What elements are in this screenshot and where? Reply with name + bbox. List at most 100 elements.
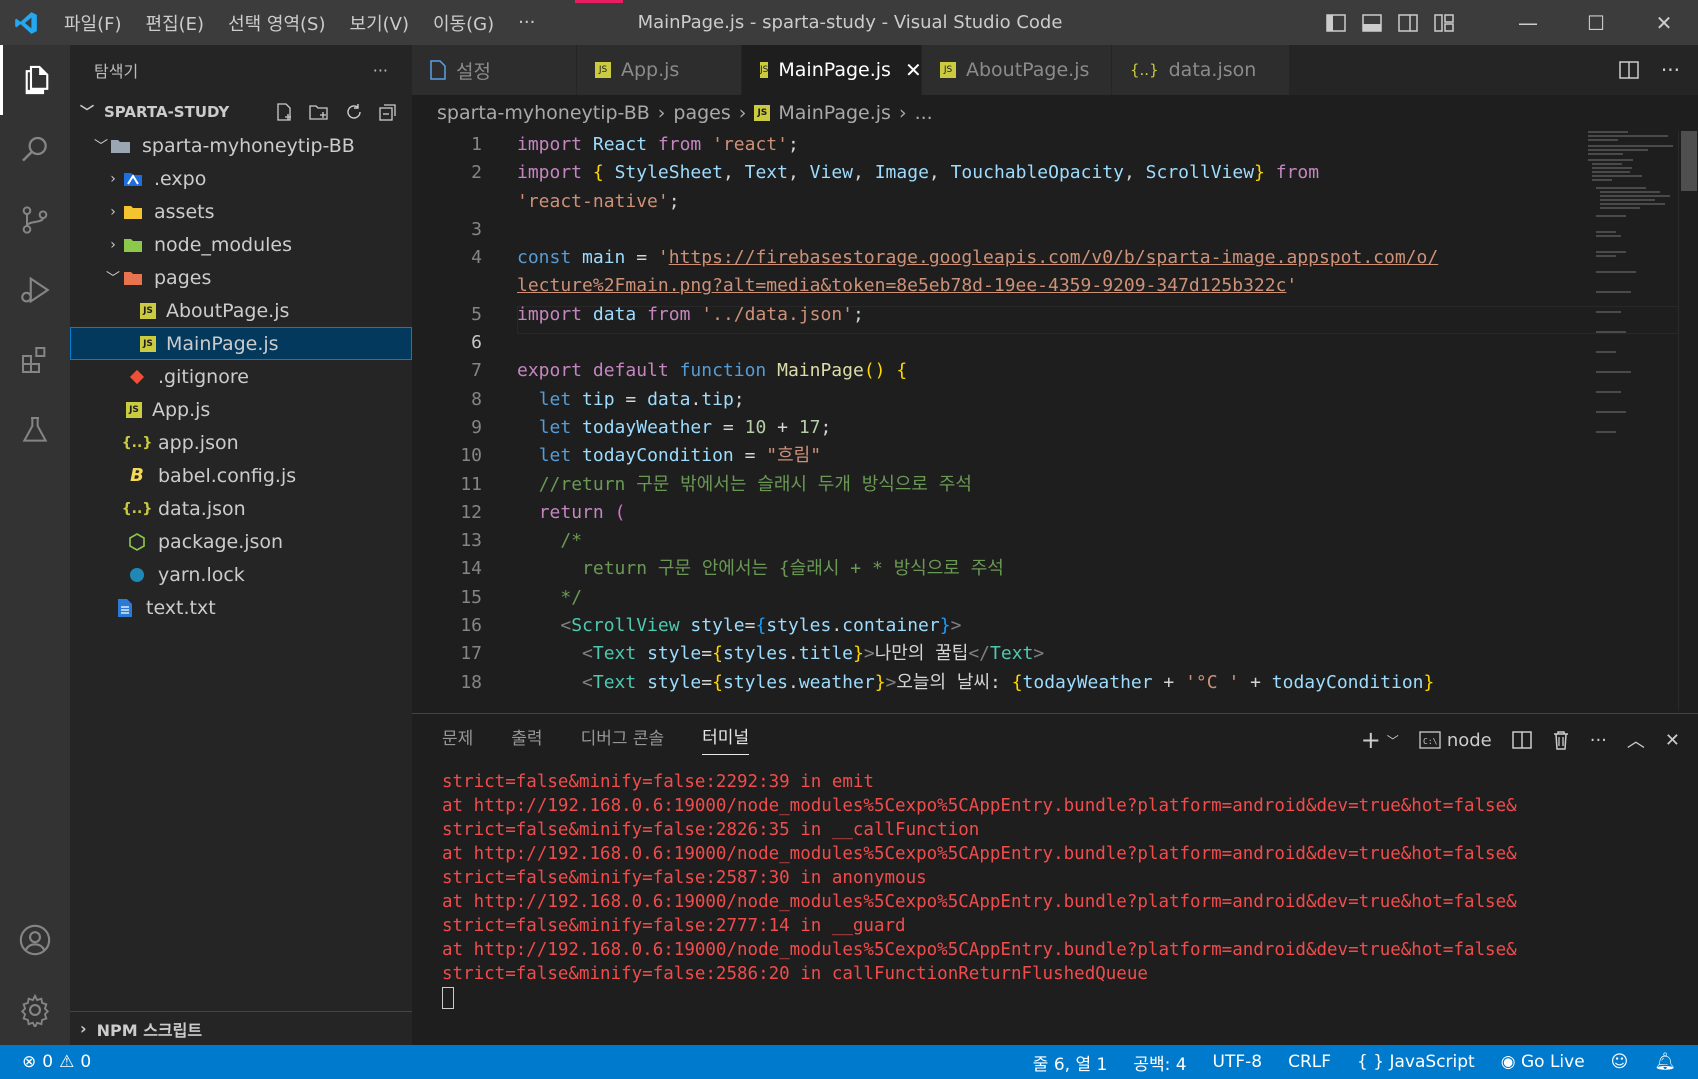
menu-go[interactable]: 이동(G) (421, 10, 506, 36)
menu-edit[interactable]: 편집(E) (134, 10, 217, 36)
line-number: 17 (460, 643, 482, 665)
workspace-root[interactable]: ﹀ SPARTA-STUDY (70, 95, 412, 129)
collapse-all-icon[interactable] (378, 102, 398, 122)
explorer-more-button[interactable]: ··· (373, 61, 388, 80)
error-icon[interactable]: ⊗ (22, 1052, 36, 1072)
account-icon[interactable] (0, 905, 70, 975)
tree-item-aboutpage[interactable]: JS AboutPage.js (70, 294, 412, 327)
tab-settings[interactable]: 설정 (412, 45, 577, 95)
terminal-name[interactable]: node (1447, 730, 1492, 751)
tree-item-packagejson[interactable]: package.json (70, 525, 412, 558)
breadcrumb-pages[interactable]: pages (673, 102, 730, 124)
tree-item-label: babel.config.js (158, 464, 297, 487)
assets-folder-icon (122, 201, 144, 223)
tree-item-datajson[interactable]: {..} data.json (70, 492, 412, 525)
tab-terminal[interactable]: 터미널 (702, 723, 750, 755)
menu-file[interactable]: 파일(F) (52, 10, 134, 36)
language-mode[interactable]: { } JavaScript (1357, 1052, 1475, 1072)
search-icon[interactable] (0, 115, 70, 185)
feedback-icon[interactable]: ☺ (1611, 1052, 1629, 1072)
terminal-output[interactable]: strict=false&minify=false:2292:39 in emi… (412, 764, 1698, 1016)
tree-item-texttxt[interactable]: text.txt (70, 591, 412, 624)
toggle-sidebar-icon[interactable] (1326, 13, 1346, 32)
toggle-secondary-sidebar-icon[interactable] (1398, 13, 1418, 32)
menu-more[interactable]: ··· (506, 12, 547, 33)
new-file-icon[interactable] (274, 102, 294, 122)
tree-item-expo[interactable]: › .expo (70, 162, 412, 195)
terminal-line: at http://192.168.0.6:19000/node_modules… (442, 940, 1517, 960)
folder-sparta-myhoneytip[interactable]: ﹀ sparta-myhoneytip-BB (70, 129, 412, 162)
cursor-position[interactable]: 줄 6, 열 1 (1033, 1050, 1108, 1075)
warning-count[interactable]: 0 (80, 1052, 91, 1072)
trash-icon[interactable] (1552, 730, 1570, 750)
tree-item-babel[interactable]: B babel.config.js (70, 459, 412, 492)
explorer-title: 탐색기 (94, 62, 139, 81)
minimap[interactable] (1588, 131, 1678, 471)
run-debug-icon[interactable] (0, 255, 70, 325)
tab-datajson[interactable]: {..} data.json (1112, 45, 1290, 95)
code-line: <ScrollView style={styles.container}> (560, 615, 962, 637)
language-label: JavaScript (1389, 1052, 1475, 1072)
tab-mainpage[interactable]: JS MainPage.js ✕ (742, 45, 922, 95)
panel-more-icon[interactable]: ··· (1590, 730, 1607, 751)
tab-output[interactable]: 출력 (511, 724, 542, 755)
tree-item-mainpage[interactable]: JS MainPage.js (70, 327, 412, 360)
braces-icon: { } (1357, 1052, 1385, 1072)
tree-item-appjs[interactable]: JS App.js (70, 393, 412, 426)
close-panel-icon[interactable]: ✕ (1665, 730, 1680, 751)
code-line: let tip = data.tip; (538, 388, 745, 410)
testing-icon[interactable] (0, 395, 70, 465)
new-terminal-icon[interactable]: + (1361, 726, 1381, 754)
editor-scrollbar[interactable] (1678, 131, 1698, 711)
js-file-icon: JS (140, 302, 156, 319)
tab-problems[interactable]: 문제 (442, 724, 473, 755)
close-window-button[interactable]: ✕ (1630, 11, 1698, 35)
menu-view[interactable]: 보기(V) (338, 10, 421, 36)
terminal-line: at http://192.168.0.6:19000/node_modules… (442, 892, 1517, 912)
tab-aboutpage[interactable]: JS AboutPage.js (922, 45, 1112, 95)
new-folder-icon[interactable] (308, 102, 330, 122)
maximize-panel-icon[interactable]: ︿ (1627, 727, 1645, 753)
menu-selection[interactable]: 선택 영역(S) (216, 10, 337, 36)
tree-item-label: app.json (158, 431, 239, 454)
explorer-icon[interactable] (0, 45, 70, 115)
warning-icon[interactable]: ⚠ (59, 1052, 74, 1072)
indentation[interactable]: 공백: 4 (1133, 1050, 1186, 1075)
tree-item-appjson[interactable]: {..} app.json (70, 426, 412, 459)
settings-gear-icon[interactable] (0, 975, 70, 1045)
window-title: MainPage.js - sparta-study - Visual Stud… (637, 12, 1063, 33)
code-editor[interactable]: 1 2 3 4 5 6 7 8 9 10 11 12 13 14 15 16 1… (412, 131, 1698, 713)
source-control-icon[interactable] (0, 185, 70, 255)
split-editor-icon[interactable] (1619, 61, 1639, 79)
tree-item-yarnlock[interactable]: yarn.lock (70, 558, 412, 591)
tab-appjs[interactable]: JS App.js (577, 45, 742, 95)
minimize-button[interactable]: — (1494, 11, 1562, 35)
breadcrumb-folder[interactable]: sparta-myhoneytip-BB (437, 102, 650, 124)
refresh-icon[interactable] (344, 102, 364, 122)
go-live-button[interactable]: ◉ Go Live (1501, 1052, 1585, 1072)
line-ending[interactable]: CRLF (1288, 1052, 1331, 1072)
scrollbar-thumb[interactable] (1681, 131, 1697, 191)
split-terminal-icon[interactable] (1511, 731, 1532, 749)
notifications-bell-icon[interactable]: 🔔︎ (1654, 1052, 1676, 1072)
tree-item-node-modules[interactable]: › node_modules (70, 228, 412, 261)
npm-scripts-section[interactable]: › NPM 스크립트 (70, 1011, 412, 1045)
error-count[interactable]: 0 (42, 1052, 53, 1072)
more-actions-icon[interactable]: ··· (1661, 58, 1680, 82)
toggle-panel-icon[interactable] (1362, 13, 1382, 32)
tree-item-pages[interactable]: ﹀ pages (70, 261, 412, 294)
maximize-button[interactable]: ☐ (1562, 11, 1630, 35)
breadcrumb-file[interactable]: MainPage.js (778, 102, 891, 124)
customize-layout-icon[interactable] (1434, 13, 1454, 32)
chevron-down-icon: ﹀ (80, 105, 94, 121)
encoding[interactable]: UTF-8 (1213, 1052, 1263, 1072)
code-line: return 구문 안에서는 {슬래시 + * 방식으로 주석 (517, 558, 1004, 580)
tree-item-gitignore[interactable]: .gitignore (70, 360, 412, 393)
tree-item-assets[interactable]: › assets (70, 195, 412, 228)
breadcrumb-symbol[interactable]: ... (915, 102, 933, 124)
chevron-down-icon[interactable]: ﹀ (1387, 732, 1399, 749)
node-icon (126, 531, 148, 553)
tab-debug-console[interactable]: 디버그 콘솔 (581, 724, 665, 755)
close-tab-icon[interactable]: ✕ (905, 58, 922, 82)
extensions-icon[interactable] (0, 325, 70, 395)
